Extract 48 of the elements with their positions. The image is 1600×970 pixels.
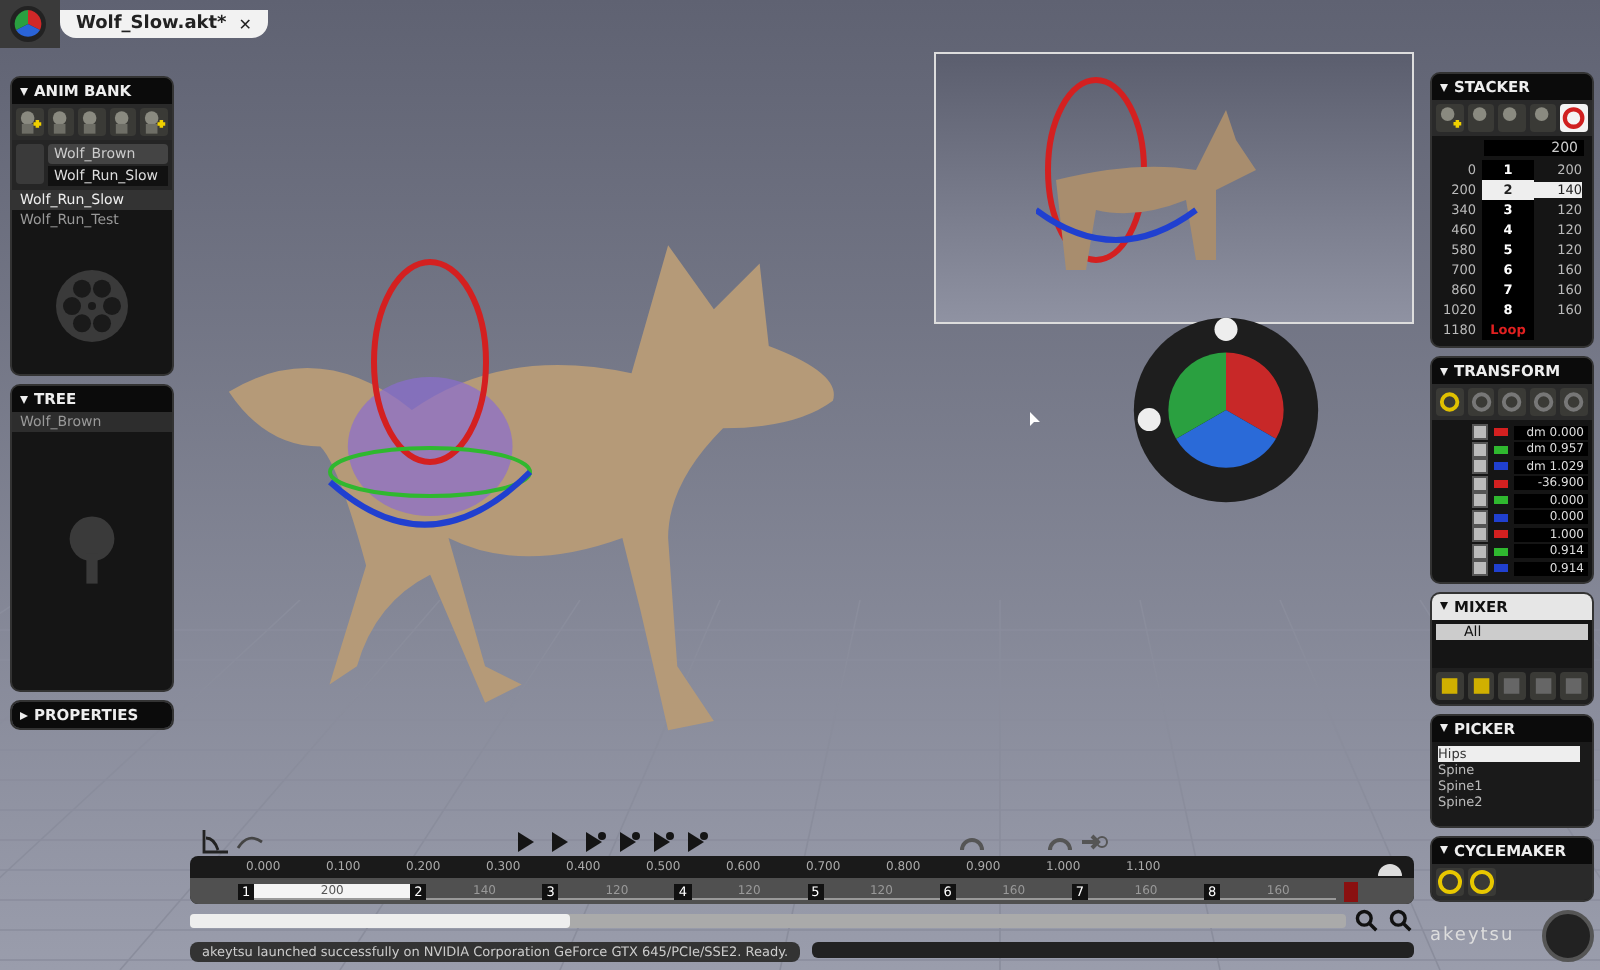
zoom-in-icon[interactable] — [1386, 908, 1414, 932]
axis-checkbox[interactable] — [1472, 492, 1488, 509]
character-tool-icon[interactable] — [78, 108, 106, 136]
playback-control-icon[interactable] — [614, 830, 642, 854]
timeline-scrollbar[interactable] — [190, 913, 1346, 927]
playback-control-icon[interactable] — [580, 830, 608, 854]
cycle-icon[interactable] — [1436, 867, 1464, 895]
stacker-tool-icon[interactable] — [1529, 104, 1557, 132]
axis-checkbox[interactable] — [1472, 543, 1488, 560]
axis-checkbox[interactable] — [1472, 458, 1488, 475]
film-reel-icon — [52, 266, 132, 346]
settings-icon[interactable] — [1376, 860, 1404, 876]
brand-logo-text: akeytsu — [1430, 926, 1515, 946]
transform-tool-icon[interactable] — [1436, 388, 1464, 416]
transform-tool-icon[interactable] — [1498, 388, 1526, 416]
mixer-tool-icon[interactable] — [1436, 671, 1464, 699]
axis-checkbox[interactable] — [1472, 424, 1488, 441]
zoom-out-icon[interactable] — [1352, 908, 1380, 932]
playback-control-icon[interactable] — [682, 830, 710, 854]
export-icon[interactable] — [1080, 830, 1108, 854]
character-tool-icon[interactable] — [47, 108, 75, 136]
transform-tool-icon[interactable] — [1529, 388, 1557, 416]
color-wheel-drawing[interactable] — [1130, 314, 1322, 506]
scrollbar-thumb[interactable] — [190, 913, 570, 927]
stacker-tool-icon[interactable] — [1436, 104, 1464, 132]
camera-preview-viewport[interactable] — [934, 52, 1414, 324]
character-tool-icon[interactable] — [16, 108, 44, 136]
character-tool-icon[interactable] — [109, 108, 137, 136]
mouse-cursor-icon — [1030, 412, 1042, 428]
file-tab[interactable]: Wolf_Slow.akt* ✕ — [60, 10, 268, 38]
axis-checkbox[interactable] — [1472, 475, 1488, 492]
close-tab-button[interactable]: ✕ — [238, 15, 252, 33]
cycle-icon[interactable] — [1468, 867, 1496, 895]
tree-icon — [64, 512, 120, 588]
curve-editor-icon[interactable] — [202, 830, 230, 854]
loop-end-marker[interactable] — [1344, 881, 1359, 901]
stacker-tool-icon[interactable] — [1498, 104, 1526, 132]
app-logo-icon[interactable] — [8, 4, 48, 44]
axis-checkbox[interactable] — [1472, 509, 1488, 526]
character-tool-icon[interactable] — [140, 108, 168, 136]
axis-checkbox[interactable] — [1472, 441, 1488, 458]
stacker-tool-icon[interactable] — [1467, 104, 1495, 132]
loop-icon[interactable] — [1560, 104, 1588, 132]
axis-checkbox[interactable] — [1472, 560, 1488, 577]
file-tab-title: Wolf_Slow.akt* — [76, 14, 227, 34]
mixer-tool-icon[interactable] — [1467, 671, 1495, 699]
axis-checkbox[interactable] — [1472, 526, 1488, 543]
playback-control-icon[interactable] — [648, 830, 676, 854]
